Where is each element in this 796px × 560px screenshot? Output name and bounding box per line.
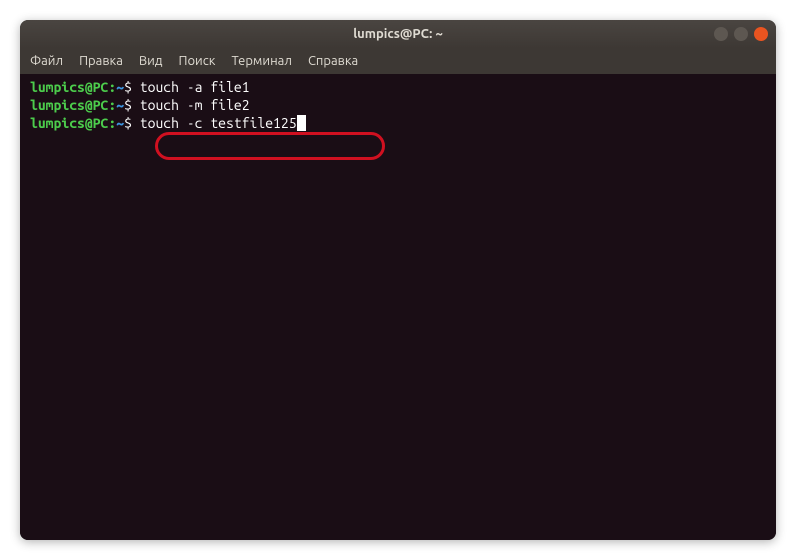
command-text: touch -m file2 xyxy=(140,97,250,113)
terminal-line: lumpics@PC:~$ touch -c testfile125 xyxy=(30,114,766,132)
prompt-path: ~ xyxy=(116,79,124,95)
menubar: Файл Правка Вид Поиск Терминал Справка xyxy=(20,48,776,74)
prompt-user: lumpics@PC: xyxy=(30,97,116,113)
titlebar[interactable]: lumpics@PC: ~ xyxy=(20,20,776,48)
command-text: touch -a file1 xyxy=(140,79,250,95)
terminal-window: lumpics@PC: ~ Файл Правка Вид Поиск Терм… xyxy=(20,20,776,540)
terminal-line: lumpics@PC:~$ touch -m file2 xyxy=(30,96,766,114)
window-title: lumpics@PC: ~ xyxy=(353,27,443,41)
prompt-user: lumpics@PC: xyxy=(30,115,116,131)
prompt-path: ~ xyxy=(116,115,124,131)
prompt-path: ~ xyxy=(116,97,124,113)
cursor xyxy=(297,115,306,131)
close-button[interactable] xyxy=(754,27,768,41)
menu-view[interactable]: Вид xyxy=(139,54,163,68)
menu-edit[interactable]: Правка xyxy=(79,54,123,68)
menu-file[interactable]: Файл xyxy=(30,54,63,68)
menu-terminal[interactable]: Терминал xyxy=(231,54,291,68)
menu-search[interactable]: Поиск xyxy=(178,54,215,68)
prompt-user: lumpics@PC: xyxy=(30,79,116,95)
prompt-symbol: $ xyxy=(124,97,132,113)
command-text: touch -c testfile125 xyxy=(140,115,297,131)
maximize-button[interactable] xyxy=(734,27,748,41)
terminal-line: lumpics@PC:~$ touch -a file1 xyxy=(30,78,766,96)
window-controls xyxy=(714,27,768,41)
prompt-symbol: $ xyxy=(124,79,132,95)
prompt-symbol: $ xyxy=(124,115,132,131)
menu-help[interactable]: Справка xyxy=(308,54,358,68)
terminal-body[interactable]: lumpics@PC:~$ touch -a file1 lumpics@PC:… xyxy=(20,74,776,540)
minimize-button[interactable] xyxy=(714,27,728,41)
